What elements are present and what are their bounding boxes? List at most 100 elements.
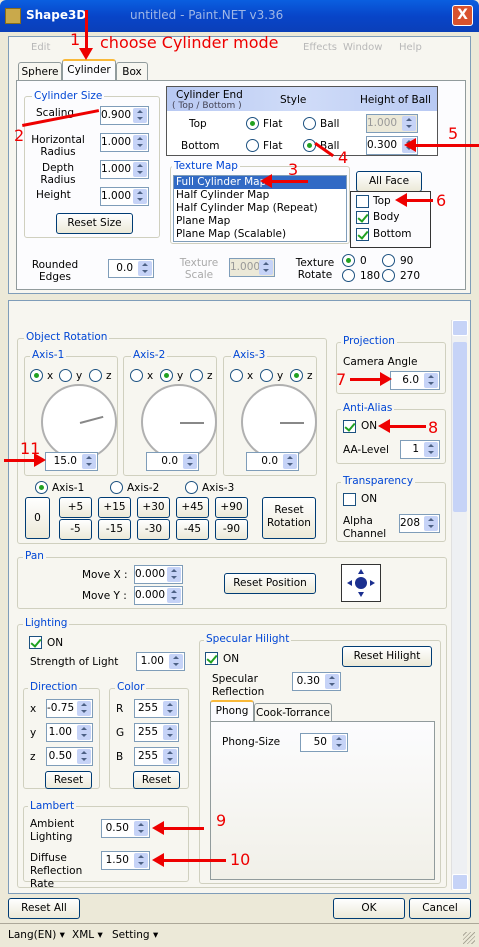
all-face-button[interactable]: All Face bbox=[356, 171, 422, 192]
ok-button[interactable]: OK bbox=[333, 898, 405, 919]
reset-color-button[interactable]: Reset bbox=[133, 771, 180, 789]
lang-menu[interactable]: Lang(EN) ▾ bbox=[8, 929, 65, 941]
transparency-checkbox[interactable] bbox=[343, 493, 356, 506]
scroll-up-icon[interactable] bbox=[452, 320, 468, 336]
spinner-icon[interactable] bbox=[77, 725, 91, 740]
spinner-icon[interactable] bbox=[424, 373, 438, 388]
plus90-button[interactable]: +90 bbox=[215, 497, 248, 518]
body-face-checkbox[interactable] bbox=[356, 211, 369, 224]
texture-scale-input[interactable]: 1.000 bbox=[229, 258, 275, 277]
specular-rate-input[interactable]: 0.30 bbox=[292, 672, 341, 691]
axis1-select-radio[interactable] bbox=[35, 481, 48, 494]
list-item[interactable]: Plane Map bbox=[174, 215, 346, 228]
reset-direction-button[interactable]: Reset bbox=[45, 771, 92, 789]
spinner-icon[interactable] bbox=[133, 189, 147, 204]
rounded-edges-input[interactable]: 0.0 bbox=[108, 259, 154, 278]
height-input[interactable]: 1.000 bbox=[100, 187, 149, 206]
list-item[interactable]: Half Cylinder Map bbox=[174, 189, 346, 202]
minus45-button[interactable]: -45 bbox=[176, 519, 209, 540]
spinner-icon[interactable] bbox=[167, 588, 181, 603]
reset-size-button[interactable]: Reset Size bbox=[56, 213, 133, 234]
color-g-input[interactable]: 255 bbox=[134, 723, 179, 742]
spinner-icon[interactable] bbox=[134, 853, 148, 868]
axis2-select-radio[interactable] bbox=[110, 481, 123, 494]
cancel-button[interactable]: Cancel bbox=[409, 898, 471, 919]
dir-x-input[interactable]: -0.75 bbox=[46, 699, 93, 718]
minus5-button[interactable]: -5 bbox=[59, 519, 92, 540]
hradius-input[interactable]: 1.000 bbox=[100, 133, 149, 152]
alpha-channel-input[interactable]: 208 bbox=[399, 514, 440, 533]
reset-hilight-button[interactable]: Reset Hilight bbox=[342, 646, 432, 667]
top-ball-radio[interactable] bbox=[303, 117, 316, 130]
reset-position-button[interactable]: Reset Position bbox=[224, 573, 316, 594]
axis2-input[interactable]: 0.0 bbox=[146, 452, 199, 471]
camera-angle-input[interactable]: 6.0 bbox=[390, 371, 440, 390]
axis1-z-radio[interactable] bbox=[89, 369, 102, 382]
spinner-icon[interactable] bbox=[77, 749, 91, 764]
lighting-checkbox[interactable] bbox=[29, 636, 42, 649]
axis3-select-radio[interactable] bbox=[185, 481, 198, 494]
spinner-icon[interactable] bbox=[163, 701, 177, 716]
axis3-dial[interactable] bbox=[241, 384, 317, 460]
minus15-button[interactable]: -15 bbox=[98, 519, 131, 540]
phong-size-input[interactable]: 50 bbox=[300, 733, 348, 752]
list-item[interactable]: Plane Map (Scalable) bbox=[174, 228, 346, 241]
tab-cook-torrance[interactable]: Cook-Torrance bbox=[254, 703, 332, 723]
spinner-icon[interactable] bbox=[134, 821, 148, 836]
axis3-z-radio[interactable] bbox=[290, 369, 303, 382]
dir-y-input[interactable]: 1.00 bbox=[46, 723, 93, 742]
bottom-flat-radio[interactable] bbox=[246, 139, 259, 152]
xml-menu[interactable]: XML ▾ bbox=[72, 929, 103, 941]
spinner-icon[interactable] bbox=[402, 116, 416, 131]
rotate-90-radio[interactable] bbox=[382, 254, 395, 267]
axis1-x-radio[interactable] bbox=[30, 369, 43, 382]
plus30-button[interactable]: +30 bbox=[137, 497, 170, 518]
plus45-button[interactable]: +45 bbox=[176, 497, 209, 518]
anti-alias-checkbox[interactable] bbox=[343, 420, 356, 433]
spinner-icon[interactable] bbox=[133, 108, 147, 123]
rotate-270-radio[interactable] bbox=[382, 269, 395, 282]
minus90-button[interactable]: -90 bbox=[215, 519, 248, 540]
top-flat-radio[interactable] bbox=[246, 117, 259, 130]
axis2-x-radio[interactable] bbox=[130, 369, 143, 382]
axis3-input[interactable]: 0.0 bbox=[246, 452, 299, 471]
diffuse-input[interactable]: 1.50 bbox=[101, 851, 150, 870]
minus30-button[interactable]: -30 bbox=[137, 519, 170, 540]
spinner-icon[interactable] bbox=[167, 567, 181, 582]
spinner-icon[interactable] bbox=[424, 516, 438, 531]
spinner-icon[interactable] bbox=[133, 135, 147, 150]
axis2-dial[interactable] bbox=[141, 384, 217, 460]
list-item[interactable]: Half Cylinder Map (Repeat) bbox=[174, 202, 346, 215]
setting-menu[interactable]: Setting ▾ bbox=[112, 929, 158, 941]
tab-phong[interactable]: Phong bbox=[210, 700, 254, 722]
dradius-input[interactable]: 1.000 bbox=[100, 160, 149, 179]
move-y-input[interactable]: 0.000 bbox=[134, 586, 183, 605]
axis3-y-radio[interactable] bbox=[260, 369, 273, 382]
spinner-icon[interactable] bbox=[169, 654, 183, 669]
axis1-y-radio[interactable] bbox=[59, 369, 72, 382]
spinner-icon[interactable] bbox=[77, 701, 91, 716]
spinner-icon[interactable] bbox=[183, 454, 197, 469]
reset-all-button[interactable]: Reset All bbox=[8, 898, 80, 919]
rotate-0-radio[interactable] bbox=[342, 254, 355, 267]
plus5-button[interactable]: +5 bbox=[59, 497, 92, 518]
spinner-icon[interactable] bbox=[283, 454, 297, 469]
axis3-x-radio[interactable] bbox=[230, 369, 243, 382]
aa-level-input[interactable]: 1 bbox=[400, 440, 440, 459]
tab-cylinder[interactable]: Cylinder bbox=[62, 59, 116, 81]
bottom-face-checkbox[interactable] bbox=[356, 228, 369, 241]
spinner-icon[interactable] bbox=[259, 260, 273, 275]
spinner-icon[interactable] bbox=[325, 674, 339, 689]
tab-box[interactable]: Box bbox=[116, 62, 148, 82]
tab-sphere[interactable]: Sphere bbox=[18, 62, 62, 82]
specular-checkbox[interactable] bbox=[205, 652, 218, 665]
spinner-icon[interactable] bbox=[138, 261, 152, 276]
zero-button[interactable]: 0 bbox=[25, 497, 50, 539]
move-x-input[interactable]: 0.000 bbox=[134, 565, 183, 584]
strength-input[interactable]: 1.00 bbox=[136, 652, 185, 671]
resize-grip-icon[interactable] bbox=[463, 932, 475, 944]
spinner-icon[interactable] bbox=[424, 442, 438, 457]
spinner-icon[interactable] bbox=[332, 735, 346, 750]
scroll-thumb[interactable] bbox=[453, 342, 467, 512]
top-face-checkbox[interactable] bbox=[356, 195, 369, 208]
